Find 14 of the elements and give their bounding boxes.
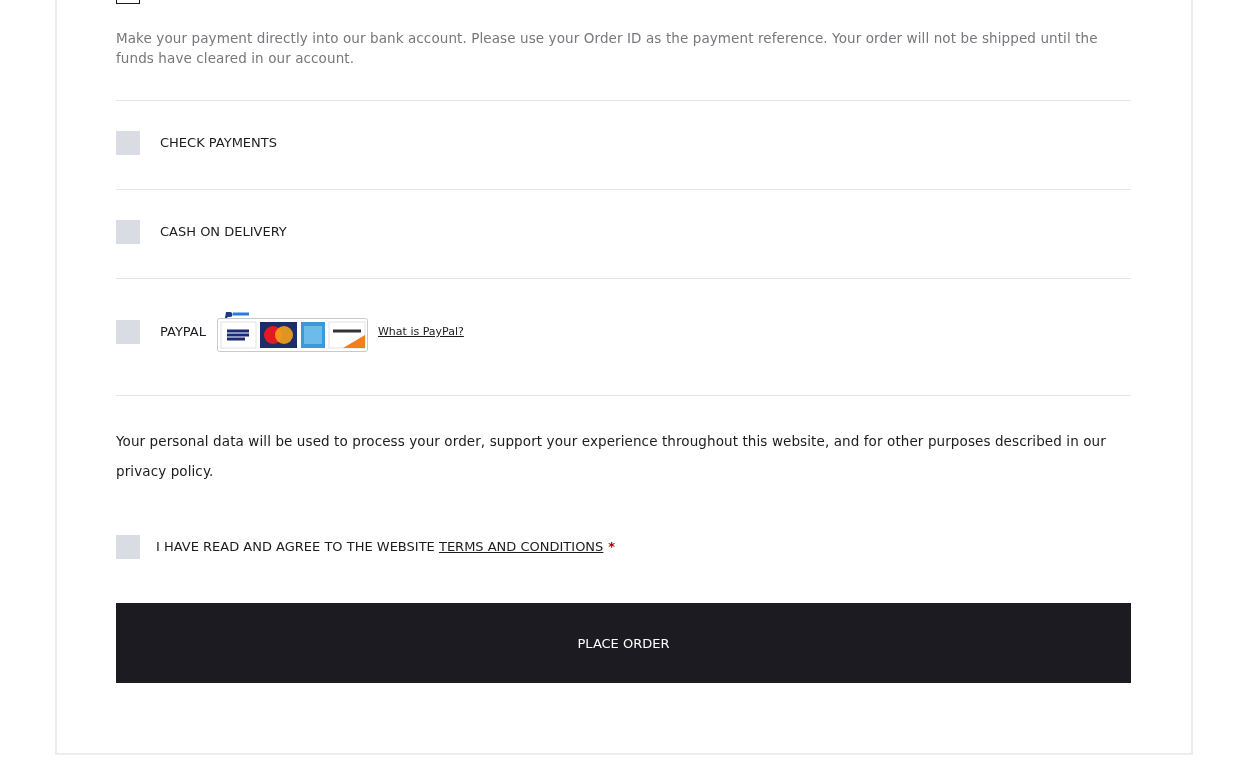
terms-checkbox[interactable] xyxy=(116,535,140,559)
terms-link[interactable]: TERMS AND CONDITIONS xyxy=(438,539,604,554)
place-order-button[interactable]: PLACE ORDER xyxy=(116,603,1131,683)
payment-method-label[interactable]: PAYPAL xyxy=(160,319,206,344)
radio-box[interactable] xyxy=(116,319,140,344)
terms-label: I HAVE READ AND AGREE TO THE WEBSITE TERMS AND CONDITIONS xyxy=(156,538,604,556)
payment-method-label[interactable]: CHECK PAYMENTS xyxy=(160,131,277,155)
payment-description: Make your payment directly into our bank account. Please use your Order ID as the payment reference. Your order will not be shipped until the funds have cleared in our account. xyxy=(116,29,1099,68)
what-is-paypal-link[interactable]: What is PayPal? xyxy=(378,325,464,338)
radio-box[interactable] xyxy=(116,131,140,155)
radio-box[interactable] xyxy=(116,220,140,244)
required-asterisk: * xyxy=(608,538,616,556)
payment-method-label[interactable]: CASH ON DELIVERY xyxy=(160,220,287,244)
privacy-notice: Your personal data will be used to process your order, support your experience throughout this website, and for other purposes described in our privacy policy. xyxy=(116,432,1107,481)
